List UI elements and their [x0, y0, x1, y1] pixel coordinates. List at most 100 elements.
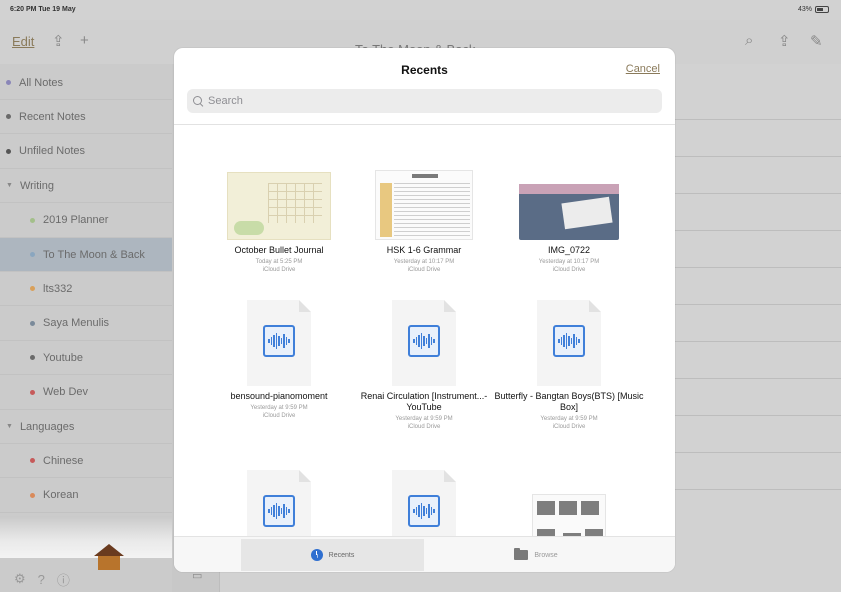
- info-icon[interactable]: ⓘ: [57, 570, 70, 589]
- sidebar-item[interactable]: Korean: [0, 479, 172, 513]
- file-date: Yesterday at 9:59 PM: [395, 416, 453, 422]
- tab-recents[interactable]: Recents: [241, 539, 424, 571]
- sidebar-item[interactable]: Youtube: [0, 341, 172, 376]
- tab-browse[interactable]: Browse: [491, 539, 581, 571]
- sidebar-item-label: lts332: [43, 282, 73, 295]
- audio-waveform-icon: [408, 325, 440, 357]
- status-bar: 6:20 PM Tue 19 May 43%: [0, 0, 841, 20]
- cancel-button[interactable]: Cancel: [626, 63, 660, 75]
- tab-recents-label: Recents: [328, 551, 355, 559]
- file-thumbnail: [349, 154, 499, 240]
- sidebar-footer: ⚙ ? ⓘ: [0, 566, 172, 592]
- file-location: iCloud Drive: [262, 267, 296, 273]
- file-item[interactable]: Butterfly - Bangtan Boys(BTS) [Music Box…: [494, 300, 644, 431]
- notebook-color-icon: [30, 286, 35, 292]
- recents-file-picker: Recents Cancel October Bullet Journal Tod…: [174, 48, 675, 572]
- sidebar-item[interactable]: Recent Notes: [0, 100, 172, 135]
- sidebar-item-label: Writing: [19, 179, 54, 192]
- file-location: iCloud Drive: [407, 267, 441, 273]
- file-date: Today at 5:25 PM: [255, 259, 303, 265]
- file-location: iCloud Drive: [407, 424, 441, 430]
- sidebar-snow-decoration: [0, 516, 172, 558]
- sidebar-item-label: Web Dev: [43, 386, 89, 399]
- help-icon[interactable]: ?: [38, 572, 45, 587]
- notebook-color-icon: [30, 217, 35, 223]
- sidebar-item-label: Unfiled Notes: [19, 145, 86, 158]
- disclosure-icon: ▼: [6, 182, 13, 190]
- compose-icon[interactable]: ✎: [810, 32, 823, 50]
- file-name: IMG_0722: [547, 245, 591, 255]
- file-item[interactable]: IMG_0722 Yesterday at 10:17 PM iCloud Driv…: [494, 154, 644, 274]
- file-name: October Bullet Journal: [234, 245, 324, 255]
- disclosure-icon: ▼: [6, 423, 13, 430]
- file-thumbnail: [494, 154, 644, 240]
- sidebar-item-label: To The Moon & Back: [43, 248, 145, 261]
- add-icon[interactable]: +: [80, 32, 89, 49]
- sidebar-item[interactable]: Web Dev: [0, 376, 172, 410]
- sidebar-item-label: Chinese: [43, 454, 84, 467]
- divider: [174, 124, 675, 125]
- file-date: Yesterday at 10:17 PM: [538, 259, 600, 265]
- notebook-color-icon: [6, 114, 11, 120]
- sidebar-item-label: Languages: [19, 420, 75, 433]
- sidebar-item[interactable]: Chinese: [0, 444, 172, 479]
- file-name: HSK 1-6 Grammar: [386, 245, 462, 255]
- file-location: iCloud Drive: [262, 413, 296, 419]
- notebook-color-icon: [30, 355, 35, 361]
- notebook-color-icon: [30, 458, 35, 464]
- audio-waveform-icon: [553, 325, 585, 357]
- picker-tab-bar: Recents Browse: [174, 536, 675, 572]
- search-icon: [193, 95, 204, 107]
- file-item[interactable]: HSK 1-6 Grammar Yesterday at 10:17 PM iClo…: [349, 154, 499, 274]
- clock-icon: [310, 549, 323, 561]
- sidebar-item[interactable]: 2019 Planner: [0, 204, 172, 238]
- search-icon[interactable]: ⌕: [745, 32, 753, 49]
- file-location: iCloud Drive: [552, 267, 586, 273]
- sidebar-item[interactable]: ▼ Writing: [0, 169, 172, 204]
- file-date: Yesterday at 9:59 PM: [250, 405, 308, 411]
- sidebar-item-label: 2019 Planner: [43, 214, 109, 227]
- folder-icon: [514, 548, 529, 560]
- sidebar-item-label: Recent Notes: [19, 110, 86, 123]
- settings-icon[interactable]: ⚙: [14, 571, 26, 587]
- file-item[interactable]: October Bullet Journal Today at 5:25 PM iC…: [204, 154, 354, 274]
- sidebar-item[interactable]: ▼ Languages: [0, 410, 172, 444]
- search-input[interactable]: [208, 95, 648, 107]
- tab-browse-label: Browse: [534, 551, 558, 559]
- file-name: bensound-pianomoment: [230, 391, 328, 401]
- search-field[interactable]: [187, 89, 662, 113]
- battery-percent: 43%: [797, 6, 812, 13]
- notebook-color-icon: [30, 252, 35, 257]
- battery-icon: [815, 6, 829, 13]
- picker-title: Recents: [401, 63, 448, 77]
- notebook-color-icon: [30, 320, 35, 326]
- sidebar-item[interactable]: Saya Menulis: [0, 307, 172, 341]
- share-icon[interactable]: ⇪: [52, 32, 65, 50]
- edit-button[interactable]: Edit: [12, 34, 34, 49]
- file-thumbnail: [349, 300, 499, 386]
- notebook-color-icon: [6, 148, 11, 154]
- sidebar-item[interactable]: All Notes: [0, 66, 172, 100]
- sidebar-item[interactable]: To The Moon & Back: [0, 238, 172, 272]
- file-name: Butterfly - Bangtan Boys(BTS) [Music Box…: [494, 391, 644, 412]
- sidebar-item-label: Korean: [43, 489, 79, 502]
- file-date: Yesterday at 10:17 PM: [393, 259, 455, 265]
- export-icon[interactable]: ⇪: [778, 32, 791, 50]
- file-item[interactable]: bensound-pianomoment Yesterday at 9:59 PM…: [204, 300, 354, 420]
- file-thumbnail: [204, 154, 354, 240]
- battery-indicator: 43%: [798, 6, 829, 13]
- file-date: Yesterday at 9:59 PM: [540, 416, 598, 422]
- status-time: 6:20 PM Tue 19 May: [10, 6, 76, 13]
- audio-waveform-icon: [408, 495, 440, 527]
- notebook-color-icon: [30, 389, 35, 395]
- sidebar-item[interactable]: Unfiled Notes: [0, 135, 172, 169]
- audio-waveform-icon: [263, 325, 295, 357]
- file-name: Renai Circulation [Instrument...- YouTub…: [360, 391, 488, 412]
- sidebar-item[interactable]: lts332: [0, 272, 172, 307]
- notebook-color-icon: [30, 492, 35, 498]
- file-item[interactable]: Renai Circulation [Instrument...- YouTub…: [349, 300, 499, 431]
- sidebar: All Notes Recent Notes Unfiled Notes ▼ Writi…: [0, 64, 172, 592]
- sidebar-item-label: Youtube: [43, 351, 83, 364]
- sidebar-item-label: Saya Menulis: [43, 317, 110, 330]
- sidebar-item-label: All Notes: [19, 76, 64, 89]
